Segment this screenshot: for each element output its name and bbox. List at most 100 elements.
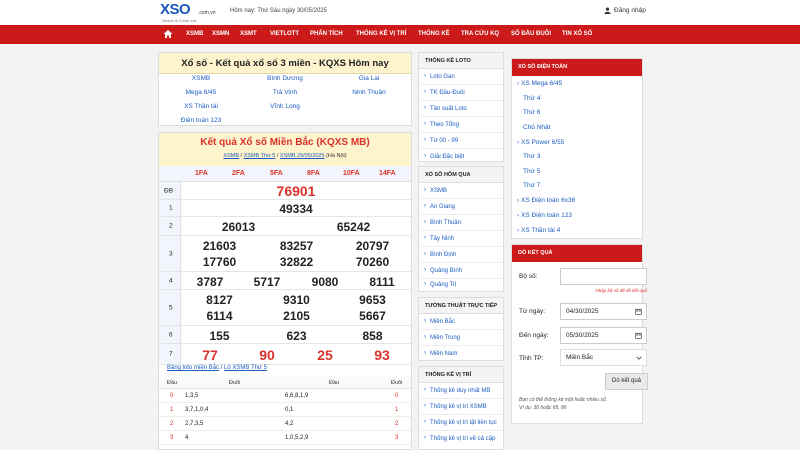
login-link[interactable]: Đăng nhập [604,7,646,14]
quick-link-xsmb[interactable]: XSMB [159,75,243,82]
seventh-prize: 90 [259,347,275,363]
dien-toan-item[interactable]: Chủ Nhật [523,124,550,131]
position-stats-item[interactable]: › Thống kê vị trí lật liên tục [419,415,503,431]
login-label: Đăng nhập [614,7,646,14]
province-select[interactable]: Miền Bắc [560,349,647,366]
loto-stats-item[interactable]: › Tần suất Loto [419,101,503,117]
fourth-prize: 8111 [369,275,395,289]
logo-word: XSO [160,1,191,18]
quick-link-ninh-thuan[interactable]: Ninh Thuận [327,89,411,96]
crumb-region: (Hà Nội) [326,153,347,159]
loto-mb-link[interactable]: Bảng loto miền Bắc [167,365,219,371]
prize-code: 5FA [270,170,283,177]
position-stats-item[interactable]: › Thống kê duy nhất MB [419,383,503,399]
nav-so-dau-duoi[interactable]: SỐ ĐẦU ĐUÔI [511,25,551,44]
prize-codes: 1FA 2FA 5FA 8FA 10FA 14FA [159,166,411,182]
crumb-xsmb-date[interactable]: XSMB 29/05/2025 [280,153,325,159]
loto-stats-item[interactable]: › Từ 00 - 99 [419,133,503,149]
prize-row-6: 6 155 623 858 [159,326,411,344]
nav-xsmb[interactable]: XSMB [186,25,203,44]
quick-link-gia-lai[interactable]: Gia Lai [327,75,411,82]
position-stats-title: THỐNG KÊ VỊ TRÍ [419,367,503,383]
live-panel: TƯỜNG THUẬT TRỰC TIẾP › Miền Bắc › Miền Tr… [418,297,504,361]
lo-xsmb-link[interactable]: Lô XSMB Thứ 5 [224,365,267,371]
dien-toan-item[interactable]: Thứ 6 [523,109,540,116]
dien-toan-item[interactable]: Thứ 7 [523,182,540,189]
nav-xsmt[interactable]: XSMT [240,25,257,44]
live-item[interactable]: › Miền Trung [419,330,503,346]
quick-link-dien-toan-123[interactable]: Điện toán 123 [159,117,243,124]
loto-stats-item[interactable]: › TK Đầu-Đuôi [419,85,503,101]
dien-toan-item[interactable]: › XS Điện toán 123 [517,212,572,219]
prize-code: 8FA [307,170,320,177]
quick-link-than-tai[interactable]: XS Thần tài [159,103,243,110]
fifth-prize: 6114 [206,309,233,323]
result-breadcrumb: XSMB / XSMB Thứ 5 / XSMB 29/05/2025 (Hà … [223,153,347,159]
nav-xsmn[interactable]: XSMN [212,25,229,44]
nav-thong-ke[interactable]: THỐNG KÊ [418,25,450,44]
yesterday-item[interactable]: › An Giang [419,199,503,215]
table-row: 0 1,3,5 6,6,8,1,9 0 [159,389,411,403]
dien-toan-item[interactable]: › XS Power 6/55 [517,139,564,146]
dien-toan-item[interactable]: Thứ 3 [523,153,540,160]
dien-toan-item[interactable]: › XS Mega 6/45 [517,80,562,87]
quick-links-card: Xổ số - Kết quả xổ số 3 miền - KQXS Hôm … [158,52,412,126]
dien-toan-item[interactable]: › XS Thần tài 4 [517,227,560,234]
yesterday-item[interactable]: › Bình Định [419,247,503,263]
position-stats-item[interactable]: › Thống kê vị trí XSMB [419,399,503,415]
quick-link-vinh-long[interactable]: Vĩnh Long [243,103,327,110]
calendar-icon [635,308,642,315]
loto-stats-item[interactable]: › Giải Đặc biệt [419,149,503,165]
boso-label: Bộ số: [519,273,538,280]
live-item[interactable]: › Miền Nam [419,346,503,362]
check-result-button[interactable]: Dò kết quả [605,373,648,390]
help-text-1: Bạn có thể thống kê một hoặc nhiều số. [519,397,608,403]
third-prize: 20797 [355,239,390,253]
nav-phan-tich[interactable]: PHÂN TÍCH [310,25,343,44]
sixth-prize: 858 [362,329,383,343]
live-title: TƯỜNG THUẬT TRỰC TIẾP [419,298,503,314]
prize-row-7: 7 77 90 25 93 [159,344,411,365]
nav-thong-ke-vi-tri[interactable]: THỐNG KÊ VỊ TRÍ [356,25,406,44]
third-prize: 83257 [279,239,314,253]
yesterday-item[interactable]: › Bình Thuận [419,215,503,231]
boso-input[interactable] [560,268,647,285]
check-result-title: DÒ KẾT QUẢ [512,245,642,262]
yesterday-item[interactable]: › Quảng Trị [419,277,503,293]
dien-toan-item[interactable]: Thứ 4 [523,95,540,102]
fifth-prize: 8127 [206,293,233,307]
nav-vietlott[interactable]: VIETLOTT [270,25,299,44]
home-icon[interactable] [163,29,173,39]
quick-link-mega[interactable]: Mega 6/45 [159,89,243,96]
prize-label: ĐB [164,187,174,194]
live-item[interactable]: › Miền Bắc [419,314,503,330]
position-stats-item[interactable]: › Thống kê vị trí về cả cặp [419,431,503,447]
dien-toan-item[interactable]: Thứ 5 [523,168,540,175]
nav-tra-cuu-kq[interactable]: TRA CỨU KQ [461,25,499,44]
second-prize: 26013 [221,220,256,234]
yesterday-item[interactable]: › XSMB [419,183,503,199]
to-date-label: Đến ngày: [519,332,549,339]
today-date: Hôm nay: Thứ Sáu ngày 30/05/2025 [230,8,327,14]
from-date-input[interactable]: 04/30/2025 [560,303,647,320]
check-result-panel: DÒ KẾT QUẢ Bộ số: Nhập bộ số để dò kết q… [511,244,648,424]
prize-row-3: 3 21603 83257 20797 17760 32822 70260 [159,236,411,272]
prize-row-5: 5 8127 9310 9653 6114 2105 5667 [159,290,411,326]
nav-tin-xo-so[interactable]: TIN XỔ SỐ [562,25,592,44]
table-row: 1 3,7,1,0,4 0,1 1 [159,403,411,417]
table-row: 3 4 1,0,5,2,9 3 [159,431,411,445]
quick-link-binh-duong[interactable]: Bình Dương [243,75,327,82]
quick-link-tra-vinh[interactable]: Trà Vinh [243,89,327,96]
dien-toan-item[interactable]: › XS Điện toán 6x36 [517,197,575,204]
to-date-input[interactable]: 05/30/2025 [560,327,647,344]
crumb-xsmb[interactable]: XSMB [223,153,239,159]
loto-stats-item[interactable]: › Loto Gan [419,69,503,85]
loto-stats-item[interactable]: › Theo Tổng [419,117,503,133]
site-logo[interactable]: XSO .com.vn Nhanh & Chính xác [160,1,220,23]
yesterday-item[interactable]: › Tây Ninh [419,231,503,247]
crumb-xsmb-thu-5[interactable]: XSMB Thứ 5 [244,153,276,159]
result-title: Kết quả Xổ số Miền Bắc (KQXS MB) [200,137,370,148]
dien-toan-title: XỔ SỐ ĐIỆN TOÁN [512,59,642,76]
prize-row-db: ĐB 76901 [159,182,411,200]
yesterday-panel: XỔ SỐ HÔM QUA › XSMB › An Giang › Bình Thuậ… [418,166,504,292]
